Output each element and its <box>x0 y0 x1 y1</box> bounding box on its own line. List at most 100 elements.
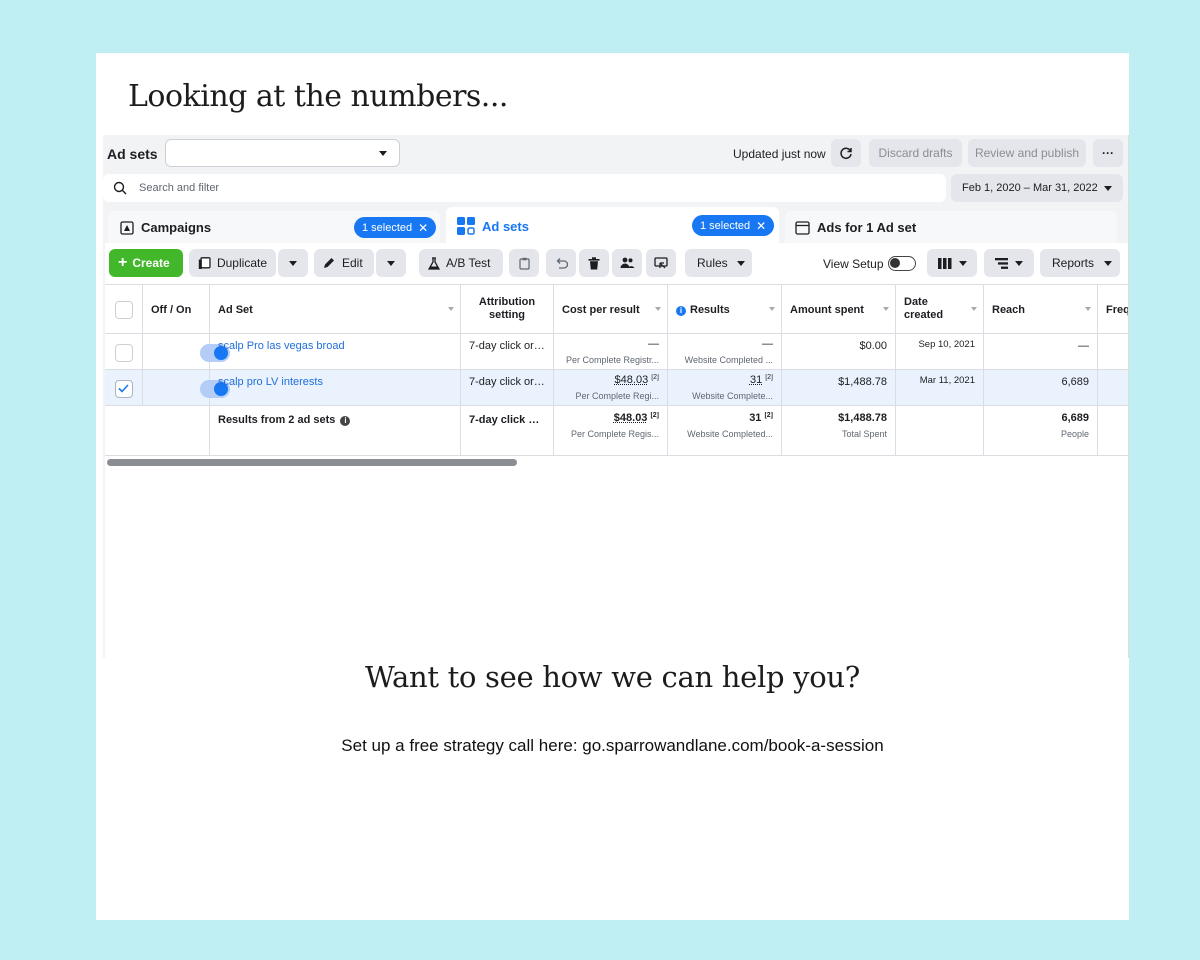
summary-spent-subtext: Total Spent <box>841 429 887 439</box>
flask-icon <box>428 256 440 270</box>
tab-ad-sets[interactable]: Ad sets 1 selected ✕ <box>446 207 779 245</box>
view-setup-toggle[interactable] <box>888 256 916 271</box>
columns-icon <box>937 257 951 269</box>
level-title: Ad sets <box>107 146 158 162</box>
attribution-value: 7-day click or ... <box>469 340 545 352</box>
toolbar: + Create Duplicate Edit A/B Test Rules V… <box>105 243 1128 283</box>
col-off-on: Off / On <box>151 304 192 316</box>
preview-button[interactable] <box>646 249 676 277</box>
tab-ads[interactable]: Ads for 1 Ad set <box>785 211 1117 245</box>
more-options-button[interactable]: ··· <box>1093 139 1123 167</box>
breakdown-icon <box>995 257 1008 269</box>
summary-reach-subtext: People <box>1060 429 1089 439</box>
sort-icon <box>655 307 661 311</box>
ad-set-name-link[interactable]: scalp pro LV interests <box>218 376 452 388</box>
sort-icon <box>1085 307 1091 311</box>
reach-value: — <box>1078 340 1089 352</box>
ad-sets-grid-icon <box>457 217 475 235</box>
ad-sets-selected-badge[interactable]: 1 selected ✕ <box>692 215 775 236</box>
update-status: Updated just now <box>733 147 826 161</box>
col-date-header[interactable]: Date created <box>896 285 984 333</box>
col-amount-spent: Amount spent <box>790 304 864 316</box>
col-spent-header[interactable]: Amount spent <box>782 285 896 333</box>
ad-sets-panel: + Create Duplicate Edit A/B Test Rules V… <box>105 243 1128 658</box>
refresh-button[interactable] <box>831 139 861 167</box>
check-icon <box>118 384 129 393</box>
discard-drafts-button[interactable]: Discard drafts <box>869 139 962 167</box>
date-created-value: Mar 11, 2021 <box>919 375 975 386</box>
footnote-marker: [2] <box>764 412 773 419</box>
col-results-header[interactable]: i Results <box>668 285 782 333</box>
info-icon[interactable]: i <box>340 416 351 426</box>
headline: Looking at the numbers... <box>128 79 508 114</box>
chevron-down-icon <box>958 260 967 266</box>
cta-subtitle: Set up a free strategy call here: go.spa… <box>341 736 884 755</box>
undo-icon <box>556 258 568 269</box>
chevron-down-icon <box>387 260 395 266</box>
delete-button[interactable] <box>579 249 609 277</box>
ab-test-button[interactable]: A/B Test <box>419 249 503 277</box>
summary-results: 31 <box>749 412 762 424</box>
create-button[interactable]: + Create <box>109 249 183 277</box>
ad-set-name-link[interactable]: scalp Pro las vegas broad <box>218 340 452 352</box>
sort-icon <box>971 307 977 311</box>
review-publish-button[interactable]: Review and publish <box>968 139 1086 167</box>
clipboard-button[interactable] <box>509 249 539 277</box>
cost-value: — <box>648 338 659 350</box>
date-range-picker[interactable]: Feb 1, 2020 – Mar 31, 2022 <box>951 174 1123 202</box>
close-icon[interactable]: ✕ <box>756 219 766 233</box>
attribution-value: 7-day click or ... <box>469 376 545 388</box>
cost-subtext: Per Complete Registr... <box>565 355 659 365</box>
trash-icon <box>588 256 600 269</box>
duplicate-button[interactable]: Duplicate <box>189 249 276 277</box>
col-ad-set: Ad Set <box>218 304 253 316</box>
chevron-down-icon <box>1104 186 1112 191</box>
close-icon[interactable]: ✕ <box>418 221 428 235</box>
edit-button[interactable]: Edit <box>314 249 374 277</box>
col-reach-header[interactable]: Reach <box>984 285 1098 333</box>
edit-menu-button[interactable] <box>376 249 406 277</box>
horizontal-scrollbar[interactable] <box>107 459 517 466</box>
sort-icon <box>448 307 454 311</box>
duplicate-menu-button[interactable] <box>278 249 308 277</box>
table-header: Off / On Ad Set Attribution setting Cost… <box>105 284 1128 334</box>
col-ad-set-header[interactable]: Ad Set <box>210 285 461 333</box>
preview-icon <box>654 256 668 268</box>
table-row[interactable]: scalp Pro las vegas broad 7-day click or… <box>105 334 1128 370</box>
slide-card: Looking at the numbers... Ad sets Update… <box>96 53 1129 920</box>
amount-spent-value: $0.00 <box>859 340 887 352</box>
rules-button[interactable]: Rules <box>685 249 752 277</box>
search-placeholder: Search and filter <box>139 182 220 194</box>
cost-subtext: Per Complete Regi... <box>575 391 659 401</box>
columns-button[interactable] <box>927 249 977 277</box>
col-cost-per-result: Cost per result <box>562 304 640 316</box>
row-checkbox-checked[interactable] <box>115 380 133 398</box>
undo-button[interactable] <box>546 249 576 277</box>
cost-value[interactable]: $48.03 <box>615 374 649 386</box>
table-row[interactable]: scalp pro LV interests 7-day click or ..… <box>105 370 1128 406</box>
reports-button[interactable]: Reports <box>1040 249 1120 277</box>
campaign-folder-icon <box>120 221 134 235</box>
ad-set-dropdown[interactable] <box>165 139 400 167</box>
campaigns-selected-badge[interactable]: 1 selected ✕ <box>354 217 437 238</box>
ads-manager-screenshot: Ad sets Updated just now Discard drafts … <box>103 135 1129 658</box>
reach-value: 6,689 <box>1061 376 1089 388</box>
tab-campaigns-label: Campaigns <box>141 220 212 235</box>
results-value[interactable]: 31 <box>750 374 762 386</box>
chevron-down-icon <box>379 151 387 156</box>
col-cost-header[interactable]: Cost per result <box>554 285 668 333</box>
summary-cost[interactable]: $48.03 <box>614 412 648 424</box>
col-reach: Reach <box>992 304 1026 316</box>
sort-icon <box>883 307 889 311</box>
date-created-value: Sep 10, 2021 <box>918 339 975 350</box>
info-icon: i <box>676 306 686 316</box>
row-checkbox[interactable] <box>115 344 133 362</box>
tab-campaigns[interactable]: Campaigns 1 selected ✕ <box>108 211 440 245</box>
chevron-down-icon <box>1104 260 1113 266</box>
amount-spent-value: $1,488.78 <box>838 376 887 388</box>
summary-attribution: 7-day click or ... <box>469 414 545 426</box>
breakdown-button[interactable] <box>984 249 1034 277</box>
audience-button[interactable] <box>612 249 642 277</box>
select-all-checkbox[interactable] <box>115 301 133 319</box>
search-filter-bar[interactable]: Search and filter <box>103 174 946 202</box>
